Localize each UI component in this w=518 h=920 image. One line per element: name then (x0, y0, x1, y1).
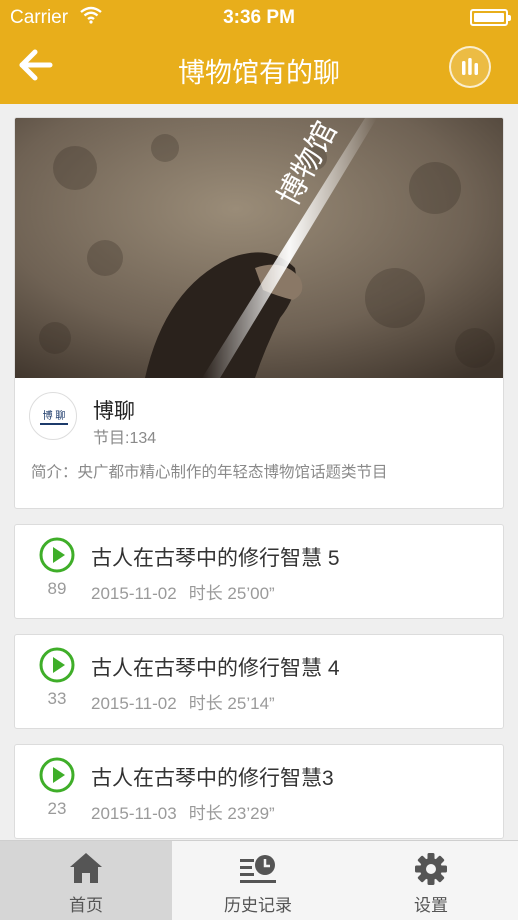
channel-info: 博 聊 博聊 节目:134 简介：央广都市精心制作的年轻态博物馆话题类节目 (15, 378, 503, 508)
episode-meta: 2015-11-02 时长 25’00” (91, 579, 287, 604)
page-title: 博物馆有的聊 (178, 58, 340, 88)
status-time: 3:36 PM (223, 7, 295, 28)
status-bar: Carrier 3:36 PM (0, 0, 518, 34)
play-icon[interactable] (39, 537, 75, 573)
tab-label: 首页 (69, 896, 103, 915)
play-icon[interactable] (39, 647, 75, 683)
tab-label: 设置 (414, 896, 448, 915)
tab-history[interactable]: 历史记录 (172, 841, 344, 920)
tab-bar: 首页 历史记录 设置 (0, 840, 518, 920)
home-icon (70, 853, 102, 883)
episode-duration: 时长 25’14” (188, 694, 275, 713)
episode-item[interactable]: 89 古人在古琴中的修行智慧 5 2015-11-02 时长 25’00” (14, 524, 504, 619)
episode-item[interactable]: 33 古人在古琴中的修行智慧 4 2015-11-02 时长 25’14” (14, 634, 504, 729)
channel-intro: 简介：央广都市精心制作的年轻态博物馆话题类节目 (31, 464, 388, 481)
channel-logo: 博 聊 (29, 392, 77, 440)
gear-icon (415, 853, 447, 885)
episode-meta: 2015-11-02 时长 25’14” (91, 689, 287, 714)
nav-bar: 博物馆有的聊 (0, 34, 518, 104)
episode-title: 古人在古琴中的修行智慧 4 (91, 657, 340, 680)
play-count: 23 (47, 799, 67, 818)
episode-duration: 时长 23’29” (188, 804, 275, 823)
episode-title: 古人在古琴中的修行智慧 5 (91, 547, 340, 570)
episode-meta: 2015-11-03 时长 23’29” (91, 799, 287, 824)
logo-text: 博 聊 (43, 409, 66, 422)
play-count: 89 (47, 579, 67, 598)
channel-card[interactable]: 博物馆 博 聊 博聊 节目:134 简介：央广都市精心制作的年轻态博物馆话题类节… (14, 117, 504, 509)
episode-date: 2015-11-02 (91, 694, 177, 713)
tab-home[interactable]: 首页 (0, 841, 172, 920)
episode-date: 2015-11-03 (91, 804, 177, 823)
play-count: 33 (47, 689, 67, 708)
channel-name: 博聊 (93, 400, 135, 423)
episode-item[interactable]: 23 古人在古琴中的修行智慧3 2015-11-03 时长 23’29” (14, 744, 504, 839)
battery-icon (470, 9, 511, 26)
tab-label: 历史记录 (224, 896, 292, 915)
tab-settings[interactable]: 设置 (344, 841, 518, 920)
episode-count: 节目:134 (93, 430, 157, 447)
play-icon[interactable] (39, 757, 75, 793)
stats-button[interactable] (449, 46, 491, 88)
episode-date: 2015-11-02 (91, 584, 177, 603)
episode-title: 古人在古琴中的修行智慧3 (91, 767, 334, 790)
channel-banner-image: 博物馆 (15, 118, 503, 378)
history-icon (240, 855, 276, 883)
episode-duration: 时长 25’00” (188, 584, 275, 603)
bars-icon (462, 58, 478, 75)
app-header: Carrier 3:36 PM 博物馆有的聊 (0, 0, 518, 104)
